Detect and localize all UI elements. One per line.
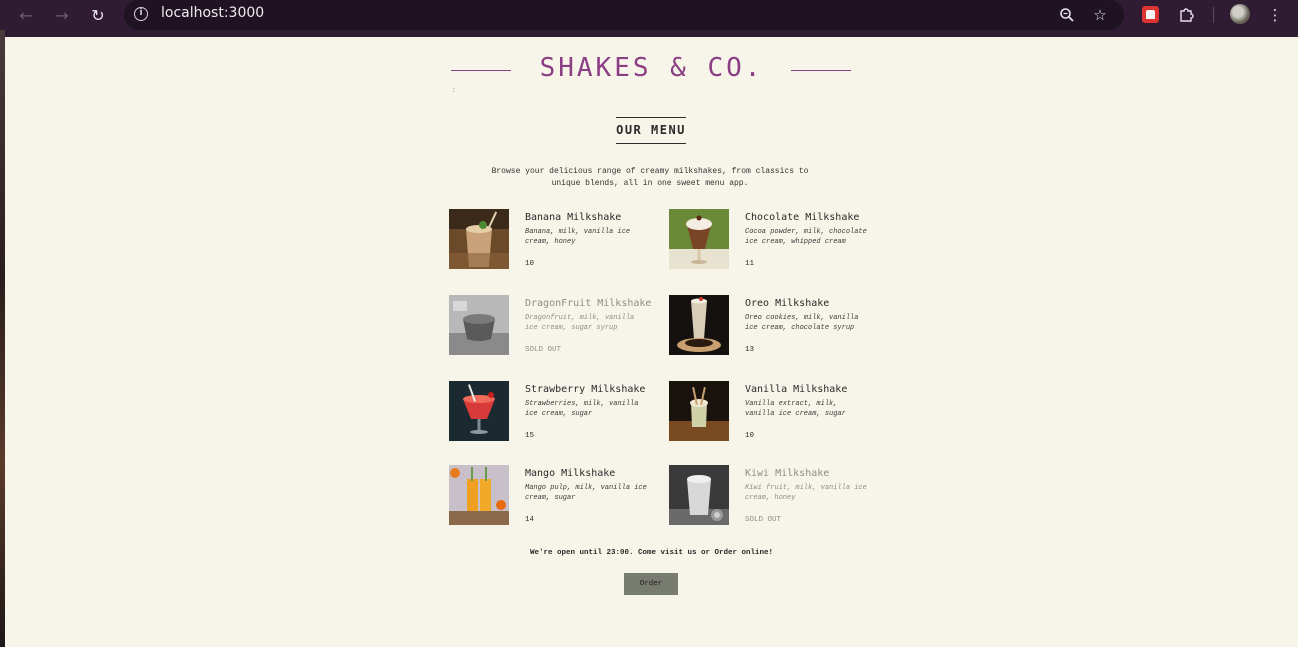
item-price: 10 bbox=[525, 260, 535, 268]
stray-mark: : bbox=[452, 87, 456, 94]
item-ingredients: Vanilla extract, milk, vanilla ice cream… bbox=[745, 400, 846, 418]
brand-title: SHAKES & CO. bbox=[539, 53, 764, 83]
back-arrow-icon[interactable]: ← bbox=[13, 2, 39, 28]
forward-arrow-icon[interactable]: → bbox=[49, 2, 75, 28]
menu-item: Mango Milkshake Mango pulp, milk, vanill… bbox=[449, 465, 669, 527]
page-viewport: SHAKES & CO. : OUR MENU Browse your deli… bbox=[5, 37, 1298, 647]
menu-item: DragonFruit Milkshake Dragonfruit, milk,… bbox=[449, 295, 669, 357]
menu-item: Strawberry Milkshake Strawberries, milk,… bbox=[449, 381, 669, 443]
menu-item: Kiwi Milkshake Kiwi fruit, milk, vanilla… bbox=[669, 465, 889, 527]
url-text[interactable]: localhost:3000 bbox=[161, 5, 264, 21]
sold-out-label: SOLD OUT bbox=[525, 346, 562, 354]
item-name: Chocolate Milkshake bbox=[745, 212, 860, 223]
order-button[interactable]: Order bbox=[624, 573, 678, 595]
extension-icon[interactable] bbox=[1142, 6, 1159, 23]
menu-intro: Browse your delicious range of creamy mi… bbox=[491, 167, 809, 188]
toolbar-bottom-edge bbox=[0, 30, 1298, 37]
kiwi-milkshake-photo bbox=[669, 465, 729, 525]
profile-avatar[interactable] bbox=[1230, 4, 1250, 24]
item-price: 11 bbox=[745, 260, 755, 268]
toolbar-divider bbox=[1213, 7, 1214, 23]
browser-toolbar: ← → ↻ i localhost:3000 ☆ ⋮ bbox=[0, 0, 1298, 30]
menu-item: Chocolate Milkshake Cocoa powder, milk, … bbox=[669, 209, 889, 271]
menu-item: Vanilla Milkshake Vanilla extract, milk,… bbox=[669, 381, 889, 443]
item-price: 13 bbox=[745, 346, 755, 354]
item-ingredients: Dragonfruit, milk, vanilla ice cream, su… bbox=[525, 314, 635, 332]
opening-hours-note: We're open until 23:00. Come visit us or… bbox=[529, 549, 774, 557]
item-name: Kiwi Milkshake bbox=[745, 468, 830, 479]
item-price: 15 bbox=[525, 432, 535, 440]
item-ingredients: Strawberries, milk, vanilla ice cream, s… bbox=[525, 400, 639, 418]
strawberry-milkshake-photo bbox=[449, 381, 509, 441]
menu-item: Oreo Milkshake Oreo cookies, milk, vanil… bbox=[669, 295, 889, 357]
reload-icon[interactable]: ↻ bbox=[85, 2, 111, 28]
item-ingredients: Cocoa powder, milk, chocolate ice cream,… bbox=[745, 228, 867, 246]
item-price: 14 bbox=[525, 516, 535, 524]
item-ingredients: Banana, milk, vanilla ice cream, honey bbox=[525, 228, 631, 246]
address-bar[interactable]: i localhost:3000 ☆ bbox=[124, 0, 1124, 30]
menu-title: OUR MENU bbox=[616, 117, 686, 144]
chocolate-milkshake-photo bbox=[669, 209, 729, 269]
item-name: Oreo Milkshake bbox=[745, 298, 830, 309]
item-ingredients: Kiwi fruit, milk, vanilla ice cream, hon… bbox=[745, 484, 867, 502]
star-icon[interactable]: ☆ bbox=[1089, 4, 1111, 26]
zoom-icon[interactable] bbox=[1056, 4, 1078, 26]
item-ingredients: Mango pulp, milk, vanilla ice cream, sug… bbox=[525, 484, 647, 502]
item-ingredients: Oreo cookies, milk, vanilla ice cream, c… bbox=[745, 314, 859, 332]
brand-rule-right bbox=[791, 70, 851, 71]
item-name: DragonFruit Milkshake bbox=[525, 298, 652, 309]
item-name: Strawberry Milkshake bbox=[525, 384, 646, 395]
oreo-milkshake-photo bbox=[669, 295, 729, 355]
item-name: Banana Milkshake bbox=[525, 212, 622, 223]
sold-out-label: SOLD OUT bbox=[745, 516, 782, 524]
vanilla-milkshake-photo bbox=[669, 381, 729, 441]
item-name: Mango Milkshake bbox=[525, 468, 616, 479]
puzzle-icon[interactable] bbox=[1175, 4, 1197, 26]
kebab-menu-icon[interactable]: ⋮ bbox=[1264, 4, 1286, 26]
dragonfruit-milkshake-photo bbox=[449, 295, 509, 355]
item-price: 10 bbox=[745, 432, 755, 440]
site-info-icon[interactable]: i bbox=[134, 7, 148, 21]
mango-milkshake-photo bbox=[449, 465, 509, 525]
menu-item: Banana Milkshake Banana, milk, vanilla i… bbox=[449, 209, 669, 271]
item-name: Vanilla Milkshake bbox=[745, 384, 848, 395]
banana-milkshake-photo bbox=[449, 209, 509, 269]
